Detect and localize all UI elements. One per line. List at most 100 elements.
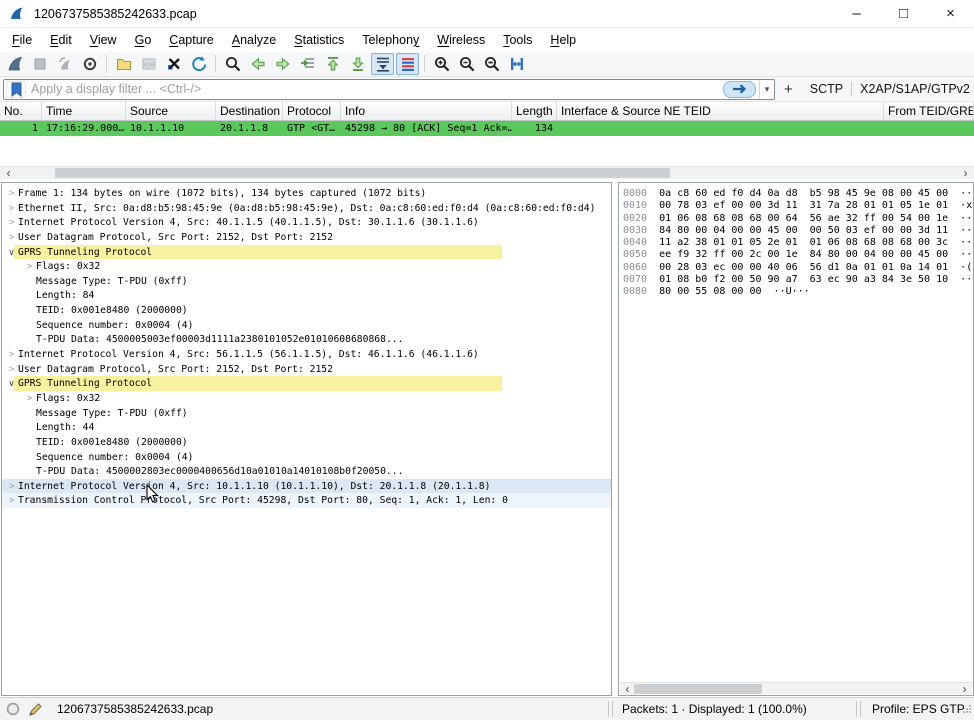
- detail-line[interactable]: Sequence number: 0x0004 (4): [2, 450, 611, 465]
- packet-list-hscrollbar[interactable]: ‹ ›: [0, 166, 974, 179]
- expand-chevron-icon[interactable]: >: [5, 186, 18, 201]
- hex-row[interactable]: 0030 84 80 00 04 00 00 45 00 00 50 03 ef…: [623, 225, 973, 237]
- close-button[interactable]: ×: [927, 0, 974, 27]
- filter-shortcut-sctp[interactable]: SCTP: [802, 82, 851, 96]
- menu-analyze[interactable]: Analyze: [223, 30, 285, 50]
- hex-row[interactable]: 0010 00 78 03 ef 00 00 3d 11 31 7a 28 01…: [623, 200, 973, 212]
- menu-view[interactable]: View: [81, 30, 126, 50]
- hex-row[interactable]: 0070 01 08 b0 f2 00 50 90 a7 63 ec 90 a3…: [623, 274, 973, 286]
- hex-row[interactable]: 0080 80 00 55 08 00 00 ··U···: [623, 286, 973, 298]
- detail-line[interactable]: Message Type: T-PDU (0xff): [2, 406, 611, 421]
- hex-row[interactable]: 0050 ee f9 32 ff 00 2c 00 1e 84 80 00 04…: [623, 249, 973, 261]
- expand-chevron-icon[interactable]: >: [5, 215, 18, 230]
- expand-chevron-icon[interactable]: >: [5, 347, 18, 362]
- collapse-chevron-icon[interactable]: ∨: [5, 376, 18, 391]
- zoom-in-button[interactable]: [430, 53, 453, 75]
- auto-scroll-toggle[interactable]: [371, 53, 394, 75]
- column-header-length[interactable]: Length: [512, 102, 557, 120]
- menu-edit[interactable]: Edit: [41, 30, 81, 50]
- filter-dropdown-caret[interactable]: ▾: [759, 80, 774, 99]
- column-header-interface-source-ne-teid[interactable]: Interface & Source NE TEID: [557, 102, 884, 120]
- hex-hscroll-thumb[interactable]: [634, 684, 762, 694]
- column-header-no[interactable]: No.: [0, 102, 42, 120]
- close-file-button[interactable]: [162, 53, 185, 75]
- display-filter-input[interactable]: ▾: [3, 79, 775, 100]
- expand-chevron-icon[interactable]: >: [23, 259, 36, 274]
- scroll-right-icon[interactable]: ›: [958, 167, 973, 179]
- open-file-button[interactable]: [112, 53, 135, 75]
- detail-line[interactable]: TEID: 0x001e8480 (2000000): [2, 303, 611, 318]
- detail-line[interactable]: T-PDU Data: 4500005003ef00003d1111a23801…: [2, 332, 611, 347]
- menu-file[interactable]: File: [3, 30, 41, 50]
- expand-chevron-icon[interactable]: >: [5, 362, 18, 377]
- column-header-from-teid-gre-ke[interactable]: From TEID/GRE Ke: [884, 102, 974, 120]
- detail-line[interactable]: >Internet Protocol Version 4, Src: 56.1.…: [2, 347, 611, 362]
- start-capture-button[interactable]: [3, 53, 26, 75]
- menu-telephony[interactable]: Telephony: [353, 30, 428, 50]
- resize-grip[interactable]: [962, 698, 972, 720]
- restart-capture-button[interactable]: [53, 53, 76, 75]
- zoom-original-button[interactable]: [480, 53, 503, 75]
- capture-options-button[interactable]: [78, 53, 101, 75]
- go-forward-button[interactable]: [271, 53, 294, 75]
- expand-chevron-icon[interactable]: >: [23, 391, 36, 406]
- menu-capture[interactable]: Capture: [160, 30, 222, 50]
- detail-line[interactable]: >Internet Protocol Version 4, Src: 10.1.…: [2, 479, 611, 494]
- detail-line[interactable]: Length: 44: [2, 420, 611, 435]
- go-to-packet-button[interactable]: [296, 53, 319, 75]
- filter-add-button[interactable]: +: [775, 81, 802, 98]
- menu-wireless[interactable]: Wireless: [428, 30, 494, 50]
- expert-info-button[interactable]: [6, 698, 20, 720]
- column-header-info[interactable]: Info: [341, 102, 512, 120]
- filter-shortcut-x2ap-s1ap-gtpv2[interactable]: X2AP/S1AP/GTPv2: [852, 82, 974, 96]
- minimize-button[interactable]: –: [833, 0, 880, 27]
- stop-capture-button[interactable]: [28, 53, 51, 75]
- colorize-toggle[interactable]: [396, 53, 419, 75]
- filter-bookmark-icon[interactable]: [6, 81, 26, 98]
- expand-chevron-icon[interactable]: >: [5, 493, 18, 508]
- detail-line[interactable]: >Flags: 0x32: [2, 391, 611, 406]
- detail-line[interactable]: >Ethernet II, Src: 0a:d8:b5:98:45:9e (0a…: [2, 201, 611, 216]
- detail-line[interactable]: >Transmission Control Protocol, Src Port…: [2, 493, 611, 508]
- maximize-button[interactable]: □: [880, 0, 927, 27]
- menu-help[interactable]: Help: [541, 30, 585, 50]
- detail-line[interactable]: >Flags: 0x32: [2, 259, 611, 274]
- hex-row[interactable]: 0060 00 28 03 ec 00 00 40 06 56 d1 0a 01…: [623, 262, 973, 274]
- menu-go[interactable]: Go: [126, 30, 161, 50]
- packet-row-1[interactable]: 117:16:29.000…10.1.1.1020.1.1.8GTP <GT…4…: [0, 121, 974, 136]
- column-header-time[interactable]: Time: [42, 102, 126, 120]
- reload-file-button[interactable]: [187, 53, 210, 75]
- hex-row[interactable]: 0020 01 06 08 68 08 68 00 64 56 ae 32 ff…: [623, 213, 973, 225]
- detail-line[interactable]: T-PDU Data: 4500002803ec0000400656d10a01…: [2, 464, 611, 479]
- expand-chevron-icon[interactable]: >: [5, 201, 18, 216]
- statusbar-profile[interactable]: Profile: EPS GTP: [872, 698, 965, 720]
- scroll-left-icon[interactable]: ‹: [1, 167, 16, 179]
- hex-row[interactable]: 0000 0a c8 60 ed f0 d4 0a d8 b5 98 45 9e…: [623, 188, 973, 200]
- expand-chevron-icon[interactable]: >: [5, 479, 18, 494]
- scroll-right-icon[interactable]: ›: [957, 683, 972, 695]
- column-header-protocol[interactable]: Protocol: [283, 102, 341, 120]
- hex-hscrollbar[interactable]: ‹ ›: [620, 682, 972, 694]
- capture-comment-button[interactable]: [28, 698, 43, 720]
- go-back-button[interactable]: [246, 53, 269, 75]
- collapse-chevron-icon[interactable]: ∨: [5, 245, 18, 260]
- go-to-top-button[interactable]: [321, 53, 344, 75]
- find-packet-button[interactable]: [221, 53, 244, 75]
- column-header-destination[interactable]: Destination: [216, 102, 283, 120]
- detail-line[interactable]: ∨GPRS Tunneling Protocol: [2, 245, 611, 260]
- hex-row[interactable]: 0040 11 a2 38 01 01 05 2e 01 01 06 08 68…: [623, 237, 973, 249]
- go-to-bottom-button[interactable]: [346, 53, 369, 75]
- detail-line[interactable]: ∨GPRS Tunneling Protocol: [2, 376, 611, 391]
- detail-line[interactable]: Sequence number: 0x0004 (4): [2, 318, 611, 333]
- packet-list-hscroll-thumb[interactable]: [55, 168, 670, 178]
- detail-line[interactable]: >Internet Protocol Version 4, Src: 40.1.…: [2, 215, 611, 230]
- menu-tools[interactable]: Tools: [494, 30, 541, 50]
- save-file-button[interactable]: 010: [137, 53, 160, 75]
- zoom-out-button[interactable]: [455, 53, 478, 75]
- scroll-left-icon[interactable]: ‹: [620, 683, 635, 695]
- detail-line[interactable]: >Frame 1: 134 bytes on wire (1072 bits),…: [2, 186, 611, 201]
- detail-line[interactable]: >User Datagram Protocol, Src Port: 2152,…: [2, 230, 611, 245]
- column-header-source[interactable]: Source: [126, 102, 216, 120]
- detail-line[interactable]: TEID: 0x001e8480 (2000000): [2, 435, 611, 450]
- expand-chevron-icon[interactable]: >: [5, 230, 18, 245]
